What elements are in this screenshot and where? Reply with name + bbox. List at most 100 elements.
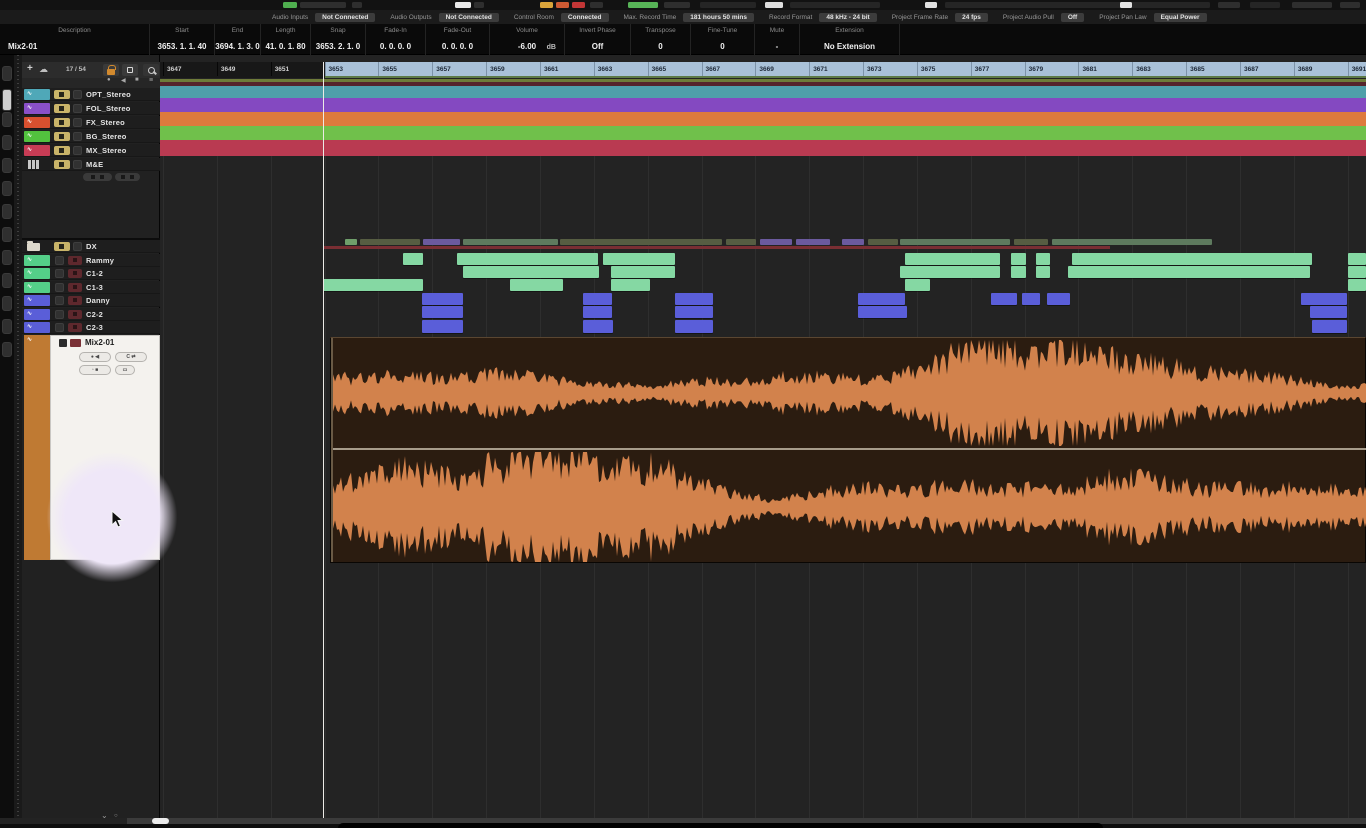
- midi-event-c2-2[interactable]: [675, 306, 713, 318]
- toolbar-button[interactable]: [1218, 2, 1240, 8]
- track-row-danny[interactable]: ∿Danny: [22, 294, 160, 307]
- status-item[interactable]: Project Audio PullOff: [1003, 13, 1084, 22]
- info-field-invert-phase[interactable]: Invert PhaseOff: [565, 24, 631, 55]
- info-field-volume[interactable]: dBVolume-6.00: [490, 24, 565, 55]
- solo-button[interactable]: [70, 339, 81, 347]
- mute-button[interactable]: [55, 310, 64, 319]
- mute-button[interactable]: [55, 269, 64, 278]
- info-field-length[interactable]: Length41. 0. 1. 80: [261, 24, 311, 55]
- mute-button[interactable]: [54, 146, 70, 155]
- toolbar-button[interactable]: [1340, 2, 1360, 8]
- list-icon[interactable]: ≡: [149, 77, 153, 84]
- midi-event-danny[interactable]: [422, 293, 463, 305]
- add-track-button[interactable]: +: [27, 63, 33, 74]
- mute-button[interactable]: [55, 323, 64, 332]
- group-track-controls[interactable]: [115, 173, 140, 181]
- timeline-ruler[interactable]: 3647364936513653365536573659366136633665…: [160, 62, 1366, 78]
- midi-event-c1-2[interactable]: [463, 266, 599, 278]
- track-color-block[interactable]: ∿: [24, 145, 50, 156]
- midi-event-danny[interactable]: [1047, 293, 1070, 305]
- mute-button[interactable]: [54, 132, 70, 141]
- audio-lane-stripe[interactable]: [160, 98, 1366, 112]
- info-field-fade-out[interactable]: Fade-Out0. 0. 0. 0: [426, 24, 490, 55]
- record-arm-button[interactable]: [68, 310, 82, 319]
- toolbar-button[interactable]: [540, 2, 553, 8]
- zone-strip-button[interactable]: [2, 135, 12, 150]
- track-row-opt-stereo[interactable]: ∿OPT_Stereo: [22, 88, 160, 101]
- toolbar-button[interactable]: [572, 2, 585, 8]
- status-item[interactable]: Audio OutputsNot Connected: [390, 13, 498, 22]
- track-color-block[interactable]: ∿: [24, 268, 50, 279]
- midi-event-rammy[interactable]: [1348, 253, 1366, 265]
- info-field-fade-in[interactable]: Fade-In0. 0. 0. 0: [366, 24, 426, 55]
- info-field-end[interactable]: End3694. 1. 3. 0: [215, 24, 261, 55]
- record-arm-button[interactable]: [68, 269, 82, 278]
- track-row-dx[interactable]: DX: [22, 240, 160, 253]
- toolbar-button[interactable]: [474, 2, 484, 8]
- toolbar-button[interactable]: [300, 2, 346, 8]
- record-arm-button[interactable]: [68, 256, 82, 265]
- toolbar-button[interactable]: [790, 2, 880, 8]
- cycle-region[interactable]: [325, 62, 1366, 76]
- audio-lane-stripe[interactable]: [160, 86, 1366, 98]
- zone-strip-button[interactable]: [2, 227, 12, 242]
- track-row-fol-stereo[interactable]: ∿FOL_Stereo: [22, 102, 160, 115]
- track-row-m-e[interactable]: M&E: [22, 158, 160, 171]
- info-field-mute[interactable]: Mute-: [755, 24, 800, 55]
- mute-button[interactable]: [54, 160, 70, 169]
- midi-event-danny[interactable]: [675, 293, 713, 305]
- toolbar-button[interactable]: [590, 2, 603, 8]
- midi-event-c1-3[interactable]: [510, 279, 563, 291]
- mute-button[interactable]: [54, 104, 70, 113]
- toolbar-button[interactable]: [1292, 2, 1332, 8]
- midi-event-c1-2[interactable]: [1036, 266, 1050, 278]
- status-item[interactable]: Control RoomConnected: [514, 13, 609, 22]
- info-field-start[interactable]: Start3653. 1. 1. 40: [150, 24, 215, 55]
- track-color-block[interactable]: ∿: [24, 309, 50, 320]
- midi-event-c1-3[interactable]: [323, 279, 423, 291]
- track-color-block[interactable]: ∿: [24, 131, 50, 142]
- mute-button[interactable]: [54, 242, 70, 251]
- midi-event-danny[interactable]: [1301, 293, 1347, 305]
- stop-icon[interactable]: ■: [135, 77, 139, 83]
- record-icon[interactable]: ●: [107, 77, 111, 83]
- midi-event-rammy[interactable]: [1011, 253, 1026, 265]
- midi-event-rammy[interactable]: [603, 253, 675, 265]
- track-color-block[interactable]: ∿: [24, 103, 50, 114]
- midi-event-c1-3[interactable]: [611, 279, 650, 291]
- toolbar-button[interactable]: [352, 2, 362, 8]
- info-field-description[interactable]: DescriptionMix2-01: [0, 24, 150, 55]
- selected-track-control[interactable]: ▭: [115, 365, 135, 375]
- solo-button[interactable]: [73, 132, 82, 141]
- zone-strip-button[interactable]: [2, 204, 12, 219]
- midi-event-c2-2[interactable]: [422, 306, 463, 318]
- toolbar-button[interactable]: [628, 2, 658, 8]
- folder-icon[interactable]: [27, 243, 40, 251]
- zone-strip-button[interactable]: [2, 66, 12, 81]
- status-item[interactable]: Record Format48 kHz - 24 bit: [769, 13, 877, 22]
- midi-event-c1-3[interactable]: [1348, 279, 1366, 291]
- status-item[interactable]: Audio InputsNot Connected: [272, 13, 375, 22]
- toolbar-button[interactable]: [1120, 2, 1132, 8]
- mute-button[interactable]: [54, 90, 70, 99]
- record-arm-button[interactable]: [68, 323, 82, 332]
- track-row-fx-stereo[interactable]: ∿FX_Stereo: [22, 116, 160, 129]
- track-row-c1-3[interactable]: ∿C1-3: [22, 281, 160, 294]
- track-row-mx-stereo[interactable]: ∿MX_Stereo: [22, 144, 160, 157]
- toolbar-button[interactable]: [455, 2, 471, 8]
- mute-button[interactable]: [55, 283, 64, 292]
- track-row-rammy[interactable]: ∿Rammy: [22, 254, 160, 267]
- zone-strip-button[interactable]: [2, 181, 12, 196]
- status-item[interactable]: Project Pan LawEqual Power: [1099, 13, 1206, 22]
- solo-button[interactable]: [73, 118, 82, 127]
- midi-event-rammy[interactable]: [905, 253, 1000, 265]
- midi-event-c1-2[interactable]: [611, 266, 675, 278]
- midi-event-danny[interactable]: [991, 293, 1017, 305]
- info-field-snap[interactable]: Snap3653. 2. 1. 0: [311, 24, 366, 55]
- mute-button[interactable]: [55, 296, 64, 305]
- midi-event-danny[interactable]: [858, 293, 905, 305]
- zone-strip-button[interactable]: [2, 250, 12, 265]
- toolbar-button[interactable]: [556, 2, 569, 8]
- midi-event-rammy[interactable]: [1072, 253, 1312, 265]
- midi-event-c1-2[interactable]: [1011, 266, 1026, 278]
